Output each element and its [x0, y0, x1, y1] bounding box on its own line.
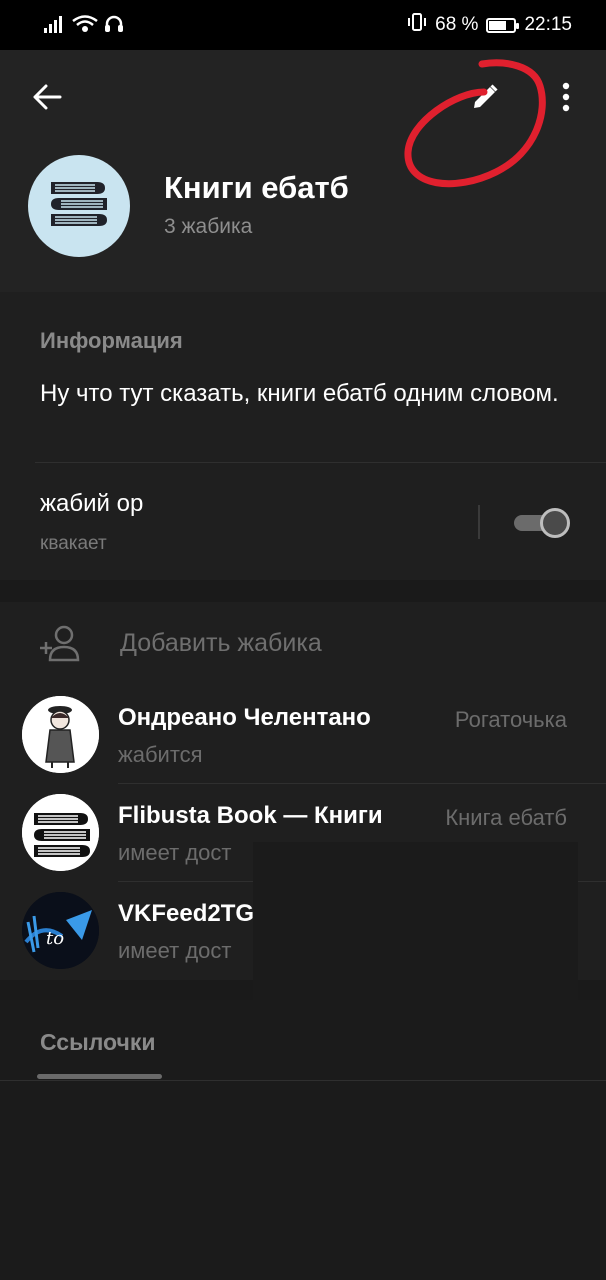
vibrate-icon — [407, 12, 427, 38]
info-heading: Информация — [40, 328, 183, 353]
battery-icon — [486, 17, 520, 33]
back-button[interactable] — [26, 78, 68, 120]
member-status: имеет дост — [118, 938, 232, 963]
pencil-icon — [471, 83, 499, 116]
member-count: 3 жабика — [164, 215, 253, 238]
wifi-icon — [72, 15, 98, 38]
clock: 22:15 — [524, 14, 572, 35]
notification-toggle[interactable] — [514, 508, 570, 538]
tab-indicator — [37, 1074, 162, 1079]
member-role: Рогаточька — [454, 707, 567, 732]
member-name: VKFeed2TG — [118, 900, 255, 927]
member-name: Ондреано Челентано — [118, 704, 371, 731]
divider — [0, 1080, 606, 1081]
group-description[interactable]: Ну что тут сказать, книги ебатб одним сл… — [40, 378, 560, 410]
member-role: Книга ебатб — [445, 805, 567, 830]
setting-title[interactable]: жабий ор — [40, 490, 143, 518]
group-avatar[interactable] — [28, 155, 130, 257]
links-heading[interactable]: Ссылочки — [40, 1029, 156, 1056]
setting-subtitle: квакает — [40, 533, 107, 554]
signal-icon — [44, 15, 66, 38]
person-add-icon — [38, 622, 82, 666]
vertical-separator — [478, 505, 480, 539]
dots-vertical-icon — [561, 82, 571, 117]
group-title: Книги ебатб — [164, 170, 349, 205]
member-name: Flibusta Book — Книги — [118, 802, 383, 829]
arrow-left-icon — [32, 84, 62, 115]
books-stack-icon — [47, 178, 111, 235]
svg-text:to: to — [46, 928, 64, 949]
edit-button[interactable] — [464, 78, 506, 120]
character-avatar-icon — [22, 696, 99, 773]
add-member-label: Добавить жабика — [120, 629, 322, 657]
headset-icon — [104, 14, 124, 39]
books-stack-icon — [22, 794, 99, 871]
battery-percent: 68 % — [435, 14, 479, 35]
divider — [35, 462, 606, 463]
vkfeed-logo-icon: to — [22, 892, 99, 969]
status-bar: 68 % 22:15 — [0, 0, 606, 50]
member-status: жабится — [118, 742, 203, 767]
member-status: имеет дост — [118, 840, 232, 865]
more-options-button[interactable] — [546, 78, 586, 120]
